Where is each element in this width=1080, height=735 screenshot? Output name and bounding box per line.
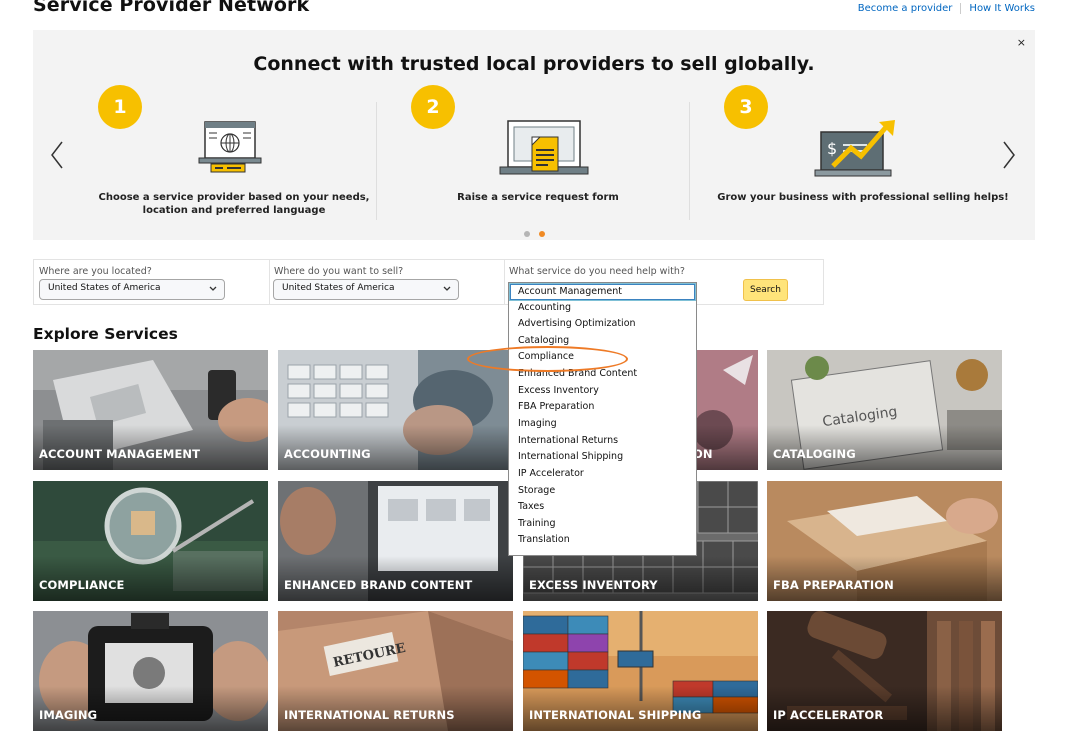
tile-label: INTERNATIONAL RETURNS xyxy=(284,708,455,722)
search-form: Where are you located? United States of … xyxy=(33,259,824,305)
step-number-badge: 1 xyxy=(98,85,142,129)
service-tile-enhanced-brand-content[interactable]: ENHANCED BRAND CONTENT xyxy=(278,481,513,601)
location-field: Where are you located? United States of … xyxy=(34,260,269,304)
dropdown-option[interactable]: Account Management xyxy=(509,283,696,301)
location-select[interactable]: United States of America xyxy=(39,279,225,300)
service-tile-account-management[interactable]: ACCOUNT MANAGEMENT xyxy=(33,350,268,470)
dropdown-option[interactable]: Training xyxy=(509,516,696,533)
dropdown-option[interactable]: Advertising Optimization xyxy=(509,316,696,333)
carousel-step-3: 3 $ Grow your business with professional… xyxy=(695,85,1009,225)
step-number-badge: 3 xyxy=(724,85,768,129)
step-text: Raise a service request form xyxy=(457,192,619,203)
become-provider-link[interactable]: Become a provider xyxy=(858,3,953,14)
carousel-step-1: 1 Choose a service provider based on you… xyxy=(69,85,381,225)
chevron-down-icon xyxy=(209,286,217,291)
page-title: Service Provider Network xyxy=(33,0,310,16)
carousel-dot-2[interactable] xyxy=(539,231,545,237)
dropdown-option[interactable]: FBA Preparation xyxy=(509,399,696,416)
sell-field: Where do you want to sell? United States… xyxy=(269,260,504,304)
step-text: Grow your business with professional sel… xyxy=(717,192,1009,203)
explore-services-heading: Explore Services xyxy=(33,325,178,343)
dropdown-option[interactable]: Enhanced Brand Content xyxy=(509,366,696,383)
carousel-prev-button[interactable] xyxy=(50,140,64,170)
service-tile-accounting[interactable]: ACCOUNTING xyxy=(278,350,513,470)
tile-label: EXCESS INVENTORY xyxy=(529,578,658,592)
step-divider xyxy=(689,102,690,220)
carousel-dots xyxy=(524,231,545,237)
growth-laptop-icon: $ xyxy=(813,118,899,184)
tile-label: ENHANCED BRAND CONTENT xyxy=(284,578,473,592)
dropdown-option[interactable]: IP Accelerator xyxy=(509,466,696,483)
svg-text:$: $ xyxy=(827,139,837,158)
dropdown-option[interactable]: Accounting xyxy=(509,300,696,317)
tile-label: INTERNATIONAL SHIPPING xyxy=(529,708,702,722)
search-button[interactable]: Search xyxy=(743,279,788,301)
top-links: Become a provider How It Works xyxy=(858,3,1035,14)
service-tile-imaging[interactable]: IMAGING xyxy=(33,611,268,731)
provider-browser-icon xyxy=(197,118,267,184)
location-label: Where are you located? xyxy=(39,266,152,277)
tile-label: ACCOUNT MANAGEMENT xyxy=(39,447,201,461)
how-it-works-link[interactable]: How It Works xyxy=(969,3,1035,14)
chevron-down-icon xyxy=(443,286,451,291)
carousel-dot-1[interactable] xyxy=(524,231,530,237)
sell-select-value: United States of America xyxy=(282,283,395,293)
service-tile-compliance[interactable]: COMPLIANCE xyxy=(33,481,268,601)
service-tile-cataloging[interactable]: Cataloging CATALOGING xyxy=(767,350,1002,470)
step-text: Choose a service provider based on your … xyxy=(98,192,370,216)
carousel-step-2: 2 Raise a service request form xyxy=(382,85,694,225)
tile-label: ACCOUNTING xyxy=(284,447,371,461)
dropdown-option[interactable]: International Shipping xyxy=(509,449,696,466)
dropdown-option[interactable]: Storage xyxy=(509,483,696,500)
tile-label: IMAGING xyxy=(39,708,98,722)
service-tile-international-shipping[interactable]: INTERNATIONAL SHIPPING xyxy=(523,611,758,731)
dropdown-option[interactable]: Compliance xyxy=(509,349,696,366)
service-label: What service do you need help with? xyxy=(509,266,685,277)
step-number-badge: 2 xyxy=(411,85,455,129)
carousel-title: Connect with trusted local providers to … xyxy=(253,53,815,75)
location-select-value: United States of America xyxy=(48,283,161,293)
sell-select[interactable]: United States of America xyxy=(273,279,459,300)
dropdown-option[interactable]: Cataloging xyxy=(509,333,696,350)
service-tile-fba-preparation[interactable]: FBA PREPARATION xyxy=(767,481,1002,601)
link-separator xyxy=(960,3,962,14)
intro-carousel: × Connect with trusted local providers t… xyxy=(33,30,1035,240)
service-tile-international-returns[interactable]: RETOURE INTERNATIONAL RETURNS xyxy=(278,611,513,731)
close-icon[interactable]: × xyxy=(1017,36,1026,49)
dropdown-option[interactable]: Taxes xyxy=(509,499,696,516)
dropdown-option[interactable]: International Returns xyxy=(509,433,696,450)
tile-label: FBA PREPARATION xyxy=(773,578,894,592)
tile-label: COMPLIANCE xyxy=(39,578,125,592)
service-dropdown-list[interactable]: Account Management Accounting Advertisin… xyxy=(508,282,697,556)
tile-label: CATALOGING xyxy=(773,447,856,461)
tile-label: IP ACCELERATOR xyxy=(773,708,884,722)
service-tile-ip-accelerator[interactable]: IP ACCELERATOR xyxy=(767,611,1002,731)
request-form-icon xyxy=(498,117,590,185)
chevron-left-icon xyxy=(51,141,63,169)
dropdown-option[interactable]: Imaging xyxy=(509,416,696,433)
dropdown-option[interactable]: Excess Inventory xyxy=(509,383,696,400)
dropdown-option[interactable]: Translation xyxy=(509,532,696,549)
sell-label: Where do you want to sell? xyxy=(274,266,404,277)
step-divider xyxy=(376,102,377,220)
